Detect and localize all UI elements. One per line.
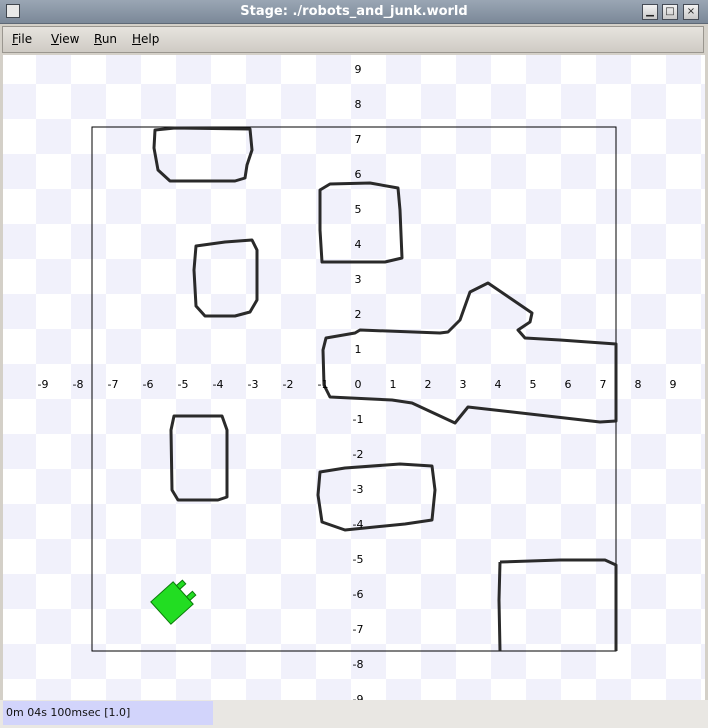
y-tick-label: -1 (353, 413, 364, 426)
x-tick-label: 6 (565, 378, 572, 391)
y-tick-label: -8 (353, 658, 364, 671)
y-tick-label: 7 (355, 133, 362, 146)
y-tick-label: 2 (355, 308, 362, 321)
menu-file[interactable]: File (12, 32, 32, 46)
menu-bar: File View Run Help (2, 26, 704, 53)
minimize-button[interactable]: ▁ (642, 4, 658, 20)
x-tick-label: -8 (73, 378, 84, 391)
y-tick-label: 4 (355, 238, 362, 251)
x-axis: -9 -8 -7 -6 -5 -4 -3 -2 -1 0 1 2 3 4 5 6 7 8 9 (38, 378, 677, 391)
obstacle-large-right (321, 281, 618, 425)
world-view[interactable]: -9 -8 -7 -6 -5 -4 -3 -2 -1 0 1 2 3 4 5 6 7 8 9 9 8 7 6 5 4 3 2 1 -1… (3, 55, 705, 700)
menu-view[interactable]: View (51, 32, 79, 46)
x-tick-label: 8 (635, 378, 642, 391)
menu-run[interactable]: Run (94, 32, 117, 46)
y-tick-label: 6 (355, 168, 362, 181)
x-tick-label: -2 (283, 378, 294, 391)
y-tick-label: -2 (353, 448, 364, 461)
x-tick-label: 4 (495, 378, 502, 391)
obstacle-bottom-center (316, 462, 437, 532)
y-tick-label: -5 (353, 553, 364, 566)
y-tick-label: 1 (355, 343, 362, 356)
y-tick-label: -9 (353, 693, 364, 700)
obstacle-bottom-right (497, 558, 618, 652)
x-tick-label: 2 (425, 378, 432, 391)
close-button[interactable]: × (683, 4, 699, 20)
x-tick-label: 0 (355, 378, 362, 391)
x-tick-label: 9 (670, 378, 677, 391)
x-tick-label: -7 (108, 378, 119, 391)
robot-icon[interactable] (150, 576, 199, 625)
x-tick-label: -5 (178, 378, 189, 391)
simulation-time: 0m 04s 100msec [1.0] (3, 701, 213, 725)
status-bar: 0m 04s 100msec [1.0] (0, 700, 708, 728)
y-tick-label: -7 (353, 623, 364, 636)
x-tick-label: 7 (600, 378, 607, 391)
x-tick-label: 1 (390, 378, 397, 391)
y-tick-label: -3 (353, 483, 364, 496)
x-tick-label: 5 (530, 378, 537, 391)
x-tick-label: -3 (248, 378, 259, 391)
title-bar: Stage: ./robots_and_junk.world ▁ □ × (0, 0, 708, 24)
x-tick-label: -6 (143, 378, 154, 391)
y-tick-label: -6 (353, 588, 364, 601)
robot-body (150, 581, 194, 625)
x-tick-label: -9 (38, 378, 49, 391)
obstacle-middle-left (192, 238, 259, 318)
maximize-button[interactable]: □ (662, 4, 678, 20)
window-title: Stage: ./robots_and_junk.world (240, 4, 468, 19)
obstacle-bottom-left (169, 414, 229, 502)
y-tick-label: 5 (355, 203, 362, 216)
y-tick-label: 9 (355, 63, 362, 76)
y-tick-label: 8 (355, 98, 362, 111)
x-tick-label: -4 (213, 378, 224, 391)
menu-help[interactable]: Help (132, 32, 159, 46)
x-tick-label: 3 (460, 378, 467, 391)
y-tick-label: -4 (353, 518, 364, 531)
obstacle-top-left (152, 126, 254, 183)
world-canvas[interactable]: -9 -8 -7 -6 -5 -4 -3 -2 -1 0 1 2 3 4 5 6 7 8 9 9 8 7 6 5 4 3 2 1 -1… (3, 55, 705, 700)
y-tick-label: 3 (355, 273, 362, 286)
x-tick-label: -1 (318, 378, 329, 391)
